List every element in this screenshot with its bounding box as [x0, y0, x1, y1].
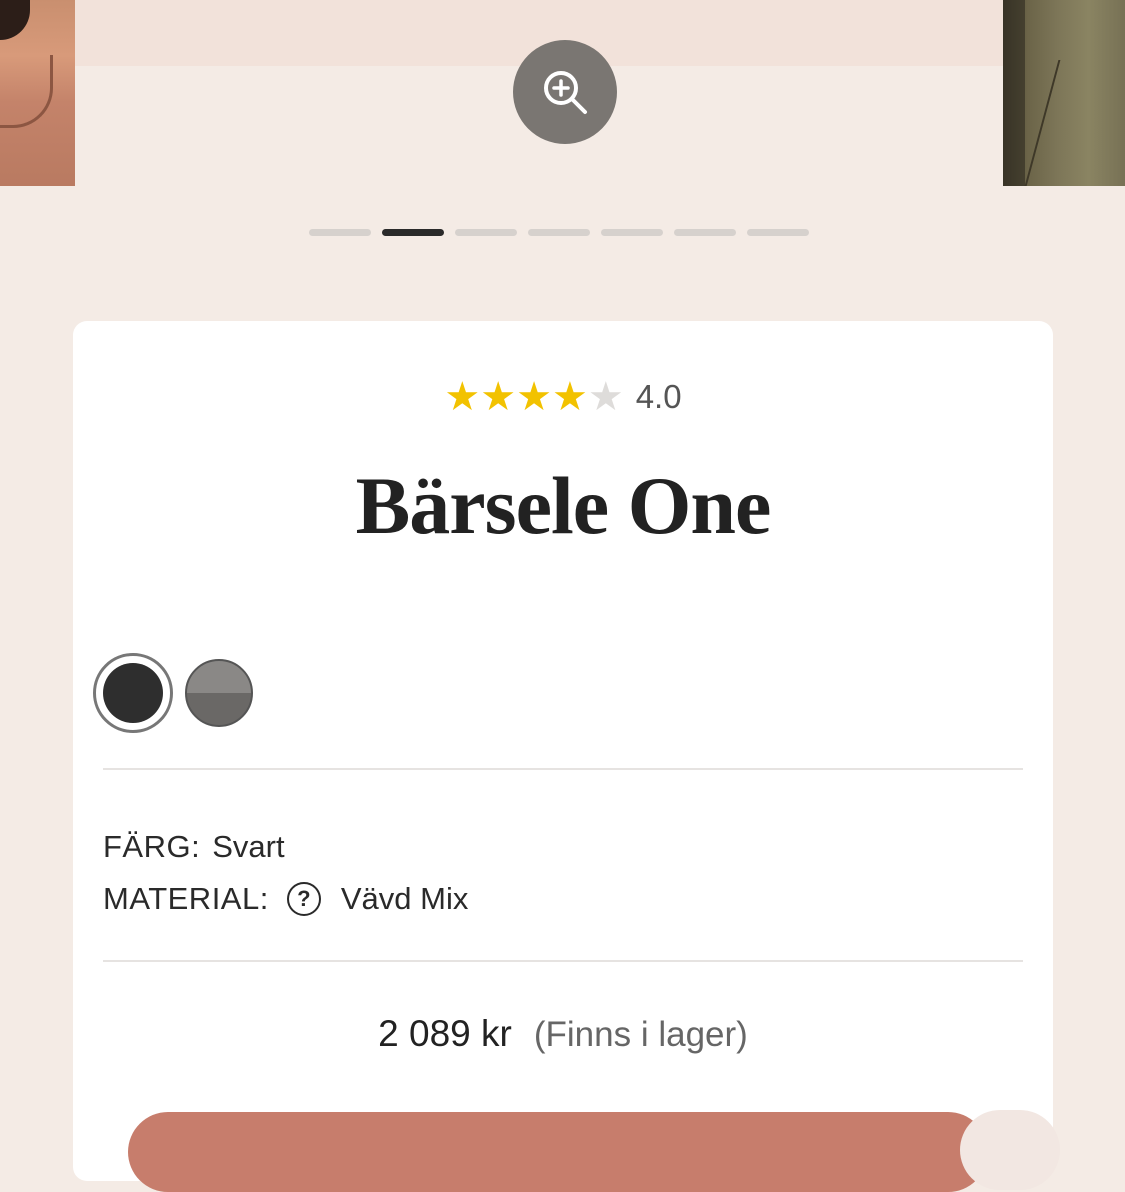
pagination-dot[interactable] — [455, 229, 517, 236]
color-value: Svart — [212, 829, 285, 864]
star-filled-icon: ★ — [480, 375, 517, 419]
star-filled-icon: ★ — [516, 375, 552, 419]
pagination-dot[interactable] — [747, 229, 809, 236]
pagination-dot-active[interactable] — [382, 229, 444, 236]
star-empty-icon: ★ — [587, 375, 624, 419]
next-image-thumbnail[interactable] — [1003, 0, 1125, 186]
color-swatches — [93, 653, 253, 733]
material-value: Vävd Mix — [340, 881, 469, 916]
question-icon[interactable]: ? — [286, 882, 321, 916]
gallery-pagination — [309, 229, 809, 236]
material-label: MATERIAL: — [103, 881, 269, 916]
star-filled-icon: ★ — [444, 375, 481, 419]
pagination-dot[interactable] — [674, 229, 736, 236]
product-title: Bärsele One — [355, 460, 772, 551]
pagination-dot[interactable] — [601, 229, 663, 236]
product-rating[interactable]: ★ ★ ★ ★ ★ 4.0 — [73, 377, 1053, 417]
rating-stars: ★ ★ ★ ★ ★ — [444, 377, 623, 417]
product-image-gallery[interactable] — [0, 0, 1125, 280]
wishlist-button[interactable] — [960, 1110, 1060, 1190]
swatch-black-selected[interactable] — [93, 653, 173, 733]
pagination-dot[interactable] — [309, 229, 371, 236]
pagination-dot[interactable] — [528, 229, 590, 236]
product-info-card: ★ ★ ★ ★ ★ 4.0 Bärsele One FÄRG: Svart MA… — [73, 321, 1053, 1181]
swatch-black-fill — [103, 663, 163, 723]
previous-image-thumbnail[interactable] — [0, 0, 75, 186]
stock-status: (Finns i lager) — [533, 1015, 748, 1054]
material-attribute: MATERIAL: ? Vävd Mix — [103, 873, 468, 925]
swatch-grey[interactable] — [185, 659, 253, 727]
star-filled-icon: ★ — [551, 375, 588, 419]
add-to-cart-button[interactable] — [128, 1112, 988, 1192]
color-attribute: FÄRG: Svart — [103, 821, 468, 873]
zoom-button[interactable] — [513, 40, 617, 144]
divider — [103, 960, 1023, 962]
price: 2 089 kr — [378, 1013, 512, 1054]
color-label: FÄRG: — [103, 829, 201, 864]
divider — [103, 768, 1023, 770]
rating-value: 4.0 — [635, 378, 682, 415]
zoom-in-icon — [544, 71, 587, 114]
price-row: 2 089 kr (Finns i lager) — [73, 1013, 1053, 1055]
product-attributes: FÄRG: Svart MATERIAL: ? Vävd Mix — [103, 821, 468, 925]
